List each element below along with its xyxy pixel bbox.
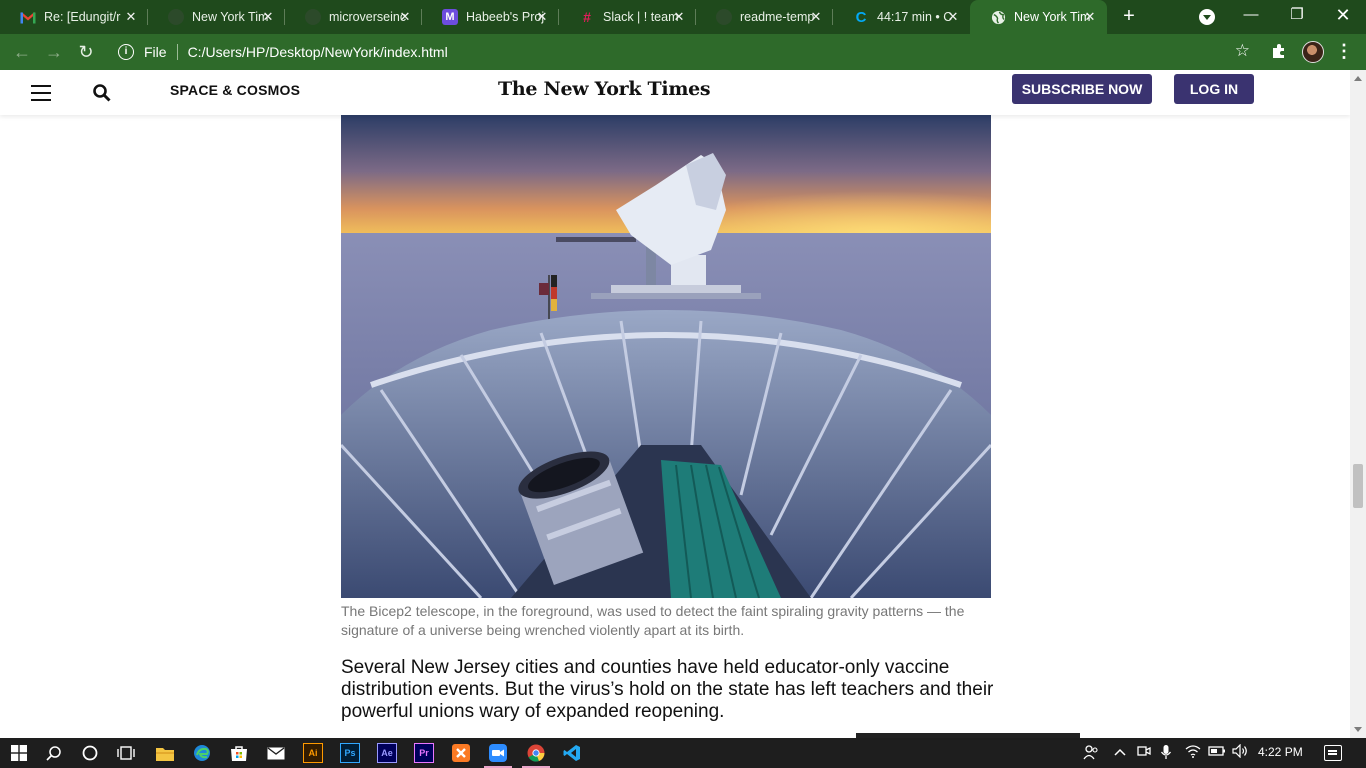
gmail-icon [20, 9, 36, 25]
task-view-icon[interactable] [116, 743, 136, 763]
hamburger-menu-icon[interactable] [31, 85, 51, 101]
cortana-icon[interactable] [80, 743, 100, 763]
illustrator-icon[interactable]: Ai [303, 743, 323, 763]
store-icon[interactable] [229, 743, 249, 763]
reload-icon[interactable]: ↻ [75, 41, 97, 63]
mail-icon[interactable] [266, 743, 286, 763]
close-tab-icon[interactable]: ✕ [946, 10, 960, 24]
login-button[interactable]: LOG IN [1174, 74, 1254, 104]
tab-title: Re: [Edungit/r [44, 10, 121, 24]
close-tab-icon[interactable]: ✕ [1083, 10, 1097, 24]
github-icon [168, 9, 184, 25]
close-tab-icon[interactable]: ✕ [398, 10, 412, 24]
close-tab-icon[interactable]: ✕ [672, 10, 686, 24]
article-lede: Several New Jersey cities and counties h… [341, 657, 994, 722]
close-window-icon[interactable]: ✕ [1328, 4, 1358, 28]
nyt-header: SPACE & COSMOS The New York Times SUBSCR… [0, 70, 1350, 115]
close-tab-icon[interactable]: ✕ [124, 10, 138, 24]
battery-icon[interactable] [1208, 744, 1226, 762]
tab-title: microverseinc [329, 10, 407, 24]
extensions-icon[interactable] [1270, 42, 1288, 60]
tab-miro[interactable]: M Habeeb's Proj ✕ [422, 0, 559, 34]
page-scrollbar[interactable] [1350, 70, 1366, 738]
globe-icon [990, 9, 1006, 25]
meet-now-icon[interactable] [1136, 744, 1152, 762]
url-text[interactable]: C:/Users/HP/Desktop/NewYork/index.html [188, 44, 448, 60]
forward-arrow-icon[interactable]: → [43, 41, 65, 63]
photo-caption: The Bicep2 telescope, in the foreground,… [341, 603, 965, 638]
nyt-masthead-logo[interactable]: The New York Times [498, 78, 711, 100]
taskbar-clock[interactable]: 4:22 PM [1258, 745, 1303, 759]
microphone-icon[interactable] [1159, 744, 1173, 762]
miro-icon: M [442, 9, 458, 25]
tab-strip: Re: [Edungit/r ✕ New York Tim ✕ microver… [0, 0, 1366, 34]
photoshop-icon[interactable]: Ps [340, 743, 360, 763]
zoom-icon[interactable] [484, 743, 512, 768]
tab-title: New York Tim [1014, 10, 1091, 24]
bookmark-star-icon[interactable]: ☆ [1235, 41, 1250, 61]
subscribe-button[interactable]: SUBSCRIBE NOW [1012, 74, 1152, 104]
premiere-icon[interactable]: Pr [414, 743, 434, 763]
slack-icon: # [583, 9, 591, 25]
chrome-icon[interactable] [522, 743, 550, 768]
minimize-icon[interactable]: — [1236, 4, 1266, 28]
profile-avatar[interactable] [1302, 41, 1324, 63]
tab-nyt-active[interactable]: New York Tim ✕ [970, 0, 1107, 34]
back-arrow-icon[interactable]: ← [11, 41, 33, 63]
wifi-icon[interactable] [1184, 744, 1202, 762]
vscode-icon[interactable] [562, 743, 582, 763]
article-photo [341, 115, 991, 598]
address-divider [176, 44, 178, 60]
github-icon [716, 9, 732, 25]
scroll-up-arrow-icon[interactable] [1354, 76, 1362, 81]
search-icon[interactable] [92, 83, 112, 103]
close-tab-icon[interactable]: ✕ [261, 10, 275, 24]
tab-title: Habeeb's Proj [466, 10, 544, 24]
page-viewport: SPACE & COSMOS The New York Times SUBSCR… [0, 70, 1350, 738]
edge-icon[interactable] [192, 743, 212, 763]
tab-title: Slack | ! team [603, 10, 679, 24]
xampp-icon[interactable] [451, 743, 471, 763]
tab-title: readme-temp [740, 10, 815, 24]
tab-title: 44:17 min • C [877, 10, 953, 24]
tab-microverse[interactable]: microverseinc ✕ [285, 0, 422, 34]
tab-gmail[interactable]: Re: [Edungit/r ✕ [0, 0, 148, 34]
tab-slack[interactable]: # Slack | ! team ✕ [559, 0, 696, 34]
section-label[interactable]: SPACE & COSMOS [170, 82, 300, 98]
people-icon[interactable] [1082, 744, 1100, 762]
volume-icon[interactable] [1231, 743, 1249, 762]
menu-kebab-icon[interactable]: ⋮ [1335, 42, 1353, 62]
scrollbar-thumb[interactable] [1353, 464, 1363, 508]
tab-title: New York Tim [192, 10, 269, 24]
scheme-label: File [144, 44, 167, 60]
tab-clockify[interactable]: C 44:17 min • C ✕ [833, 0, 970, 34]
chevron-up-icon[interactable] [1112, 744, 1128, 762]
tab-search-icon[interactable] [1199, 9, 1215, 25]
close-tab-icon[interactable]: ✕ [809, 10, 823, 24]
search-icon[interactable] [44, 743, 64, 763]
info-icon[interactable]: i [118, 44, 134, 60]
clockify-icon: C [855, 8, 867, 26]
file-explorer-icon[interactable] [155, 743, 175, 763]
new-tab-icon[interactable]: + [1118, 6, 1140, 28]
browser-toolbar: ← → ↻ i File C:/Users/HP/Desktop/NewYork… [0, 34, 1366, 70]
tab-nyt-github[interactable]: New York Tim ✕ [148, 0, 285, 34]
tab-readme[interactable]: readme-temp ✕ [696, 0, 833, 34]
close-tab-icon[interactable]: ✕ [535, 10, 549, 24]
windows-start-icon[interactable] [9, 743, 29, 763]
address-bar[interactable]: i File C:/Users/HP/Desktop/NewYork/index… [110, 38, 1262, 66]
restore-icon[interactable]: ❐ [1282, 4, 1312, 28]
notifications-icon[interactable] [1324, 745, 1342, 761]
github-icon [305, 9, 321, 25]
windows-taskbar: Ai Ps Ae Pr 4:22 PM [0, 738, 1366, 768]
scroll-down-arrow-icon[interactable] [1354, 727, 1362, 732]
after-effects-icon[interactable]: Ae [377, 743, 397, 763]
